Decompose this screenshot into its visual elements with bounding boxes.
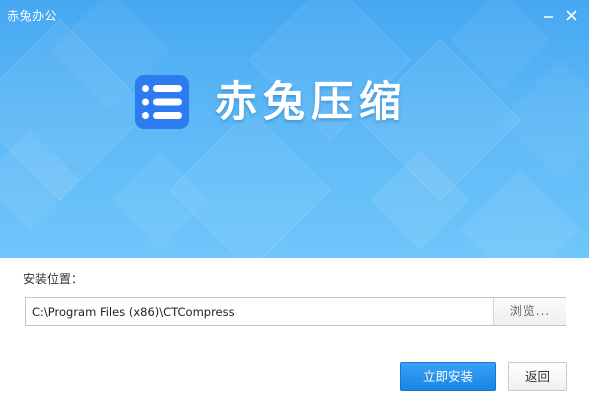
- install-path-input[interactable]: [26, 298, 492, 325]
- browse-button[interactable]: 浏览...: [493, 298, 566, 325]
- installer-window: 赤兔办公 赤兔压缩 安装位置： C:\Program Files (x86)\C…: [0, 0, 589, 407]
- window-title: 赤兔办公: [7, 9, 58, 23]
- install-path-field: 浏览...: [25, 297, 566, 326]
- close-icon: [566, 10, 577, 21]
- app-logo-icon: [135, 75, 189, 129]
- app-name: 赤兔压缩: [215, 77, 408, 126]
- install-now-button[interactable]: 立即安装: [400, 362, 496, 391]
- minimize-button[interactable]: [539, 6, 559, 26]
- install-location-label: 安装位置：: [23, 272, 84, 286]
- back-button[interactable]: 返回: [508, 362, 567, 391]
- close-button[interactable]: [562, 6, 582, 26]
- minimize-icon: [544, 16, 553, 18]
- title-bar[interactable]: 赤兔办公: [0, 0, 589, 32]
- header-banner: 赤兔办公 赤兔压缩: [0, 0, 589, 258]
